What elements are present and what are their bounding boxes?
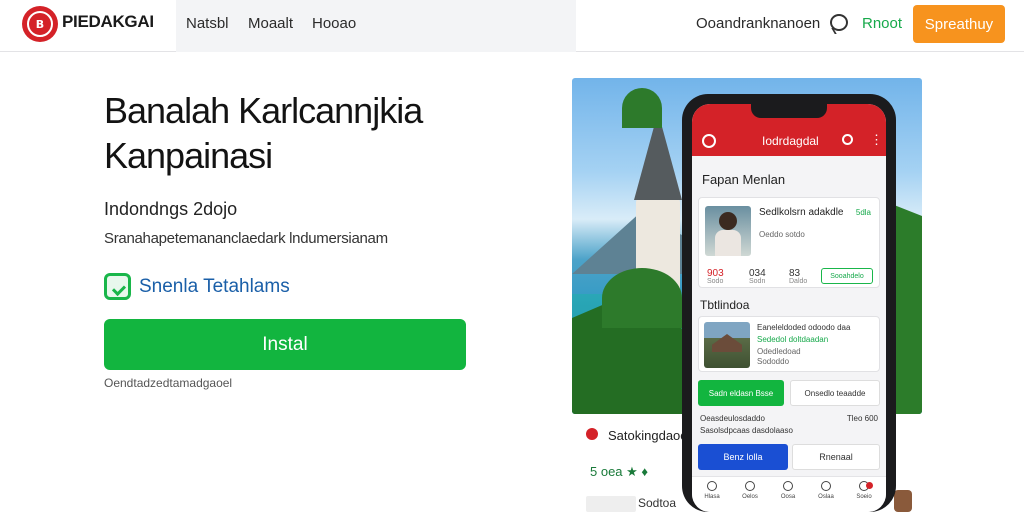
nav-item-2[interactable]: Moaalt <box>248 15 293 32</box>
info-line: Oeasdeulosdaddo <box>700 414 765 423</box>
tab-label: Oslaa <box>818 494 834 500</box>
tab-label: Oelos <box>742 494 758 500</box>
listing-card[interactable]: Eaneleldoded odoodo daa Sededol doltdaad… <box>698 316 880 372</box>
tab-label: Oosa <box>780 494 796 500</box>
stat-label: Sodn <box>749 278 766 285</box>
tab-home[interactable]: Hlasa <box>694 481 730 500</box>
tab-profile[interactable]: Soeio <box>846 481 882 500</box>
button-row: Sadn eldasn Bsse Onsedlo teaadde <box>698 378 880 408</box>
app-logo-icon[interactable] <box>702 134 716 148</box>
palm-shape <box>622 88 662 128</box>
section-heading: Tbtlindoa <box>700 298 750 312</box>
search-icon[interactable] <box>842 134 853 145</box>
hero-subtitle: Indondngs 2dojo <box>104 199 238 219</box>
strip-logo-icon <box>586 428 598 440</box>
bottom-tab-bar: Hlasa Oelos Oosa Oslaa Soeio <box>692 476 886 512</box>
phone-notch <box>751 104 827 118</box>
listing-line: Odedledoad <box>757 347 801 356</box>
secondary-action-button[interactable]: Onsedlo teaadde <box>790 380 880 406</box>
phone-screen: Iodrdagdal ⋮ Fapan Menlan Sedlkolsrn ada… <box>692 104 886 512</box>
profile-photo <box>705 206 751 256</box>
profile-name: Sedlkolsrn adakdle <box>759 207 844 218</box>
account-link[interactable]: Ooandranknanoen <box>696 15 820 32</box>
install-note: Oendtadzedtamadgaoel <box>104 376 233 390</box>
search-icon <box>745 481 755 491</box>
primary-action-button[interactable]: Sadn eldasn Bsse <box>698 380 784 406</box>
listing-line: Eaneleldoded odoodo daa <box>757 323 851 332</box>
brand-logo[interactable]: B <box>22 6 58 42</box>
logo-mark: B <box>27 11 53 37</box>
check-icon <box>104 273 131 300</box>
info-line: Sasolsdpcaas dasdolaaso <box>700 426 793 435</box>
install-button[interactable]: Instal <box>104 319 466 370</box>
feature-label: Snenla Tetahlams <box>139 276 290 297</box>
info-value: Tleo 600 <box>846 414 878 423</box>
tab-search[interactable]: Oelos <box>732 481 768 500</box>
clock-icon <box>783 481 793 491</box>
stat-label: Daldo <box>789 278 808 285</box>
listing-photo <box>704 322 750 368</box>
tab-messages[interactable]: Oslaa <box>808 481 844 500</box>
strip-meta: 5 oea ★ ♦ <box>590 464 649 479</box>
chat-icon[interactable] <box>830 14 848 31</box>
strip-card-label: Sodtoa <box>638 496 677 510</box>
blue-action-button[interactable]: Benz lolla <box>698 444 788 470</box>
listing-line: Sededol doltdaadan <box>757 335 829 344</box>
app-title: Iodrdagdal <box>762 134 819 148</box>
header-cta-button[interactable]: Spreathuy <box>913 5 1005 43</box>
message-icon <box>821 481 831 491</box>
listing-line: Sododdo <box>757 357 790 366</box>
tab-label: Soeio <box>856 494 872 500</box>
register-link[interactable]: Rnoot <box>862 15 902 32</box>
palm-shape <box>602 268 682 328</box>
follow-button[interactable]: Sooahdelo <box>821 268 873 284</box>
tab-activity[interactable]: Oosa <box>770 481 806 500</box>
hero-title: Banalah Karlcannjkia Kanpainasi <box>104 90 423 176</box>
hero-description: Sranahapetemananclaedark lndumersianam <box>104 230 388 247</box>
outline-action-button[interactable]: Rnenaal <box>792 444 880 470</box>
tab-label: Hlasa <box>704 494 720 500</box>
nav-band <box>176 0 576 52</box>
profile-badge: 5dla <box>855 208 871 217</box>
brand-name[interactable]: PIEDAKGAI <box>62 12 154 32</box>
avatar <box>894 490 912 512</box>
notification-dot <box>866 482 873 489</box>
section-heading: Fapan Menlan <box>702 172 786 187</box>
profile-info: Oeddo sotdo <box>759 230 805 239</box>
nav-item-1[interactable]: Natsbl <box>186 15 229 32</box>
home-icon <box>707 481 717 491</box>
strip-title: Satokingdaoo <box>608 428 688 443</box>
profile-card[interactable]: Sedlkolsrn adakdle 5dla Oeddo sotdo 903 … <box>698 197 880 288</box>
strip-thumbnail <box>586 496 636 512</box>
stat-label: Sodo <box>707 278 724 285</box>
nav-item-3[interactable]: Hooao <box>312 15 356 32</box>
more-icon[interactable]: ⋮ <box>870 132 883 148</box>
